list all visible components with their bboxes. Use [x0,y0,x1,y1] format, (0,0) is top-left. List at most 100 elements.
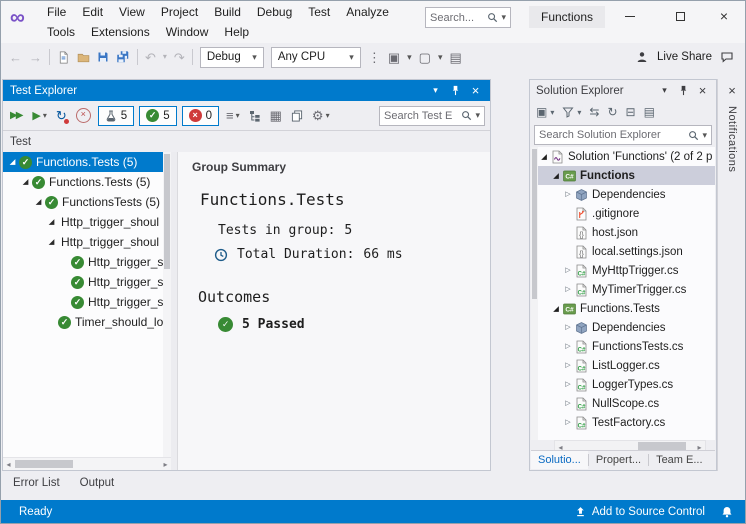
feedback-icon[interactable] [721,51,733,63]
toolbar-overflow-icon[interactable] [368,51,381,64]
collapse-arrow-icon[interactable] [563,362,573,369]
filter-failed-tests-button[interactable]: 0 [182,106,219,126]
se-item-host-json[interactable]: host.json [538,223,715,242]
save-all-icon[interactable] [116,50,130,64]
menu-view[interactable]: View [111,3,153,21]
scrollbar-thumb[interactable] [638,442,686,450]
chevron-down-icon[interactable] [501,13,506,22]
add-to-source-control-button[interactable]: Add to Source Control [575,506,705,518]
expand-arrow-icon[interactable] [551,172,561,180]
expand-arrow-icon[interactable] [33,198,44,206]
window-position-icon[interactable] [428,83,443,98]
collapse-all-icon[interactable] [626,105,636,119]
menu-tools[interactable]: Tools [39,23,83,41]
tab-error-list[interactable]: Error List [5,474,68,492]
te-item-functions-tests-root[interactable]: Functions.Tests (5) [3,152,171,172]
se-item-functions-tests-project[interactable]: Functions.Tests [538,299,715,318]
switch-views-icon[interactable] [536,105,547,119]
quick-launch-search-input[interactable] [430,12,484,24]
se-item-nullscope-cs[interactable]: NullScope.cs [538,394,715,413]
se-item-functionstests-cs[interactable]: FunctionsTests.cs [538,337,715,356]
test-explorer-title-bar[interactable]: Test Explorer [3,80,490,101]
expand-arrow-icon[interactable] [20,178,31,186]
collapse-arrow-icon[interactable] [563,381,573,388]
menu-analyze[interactable]: Analyze [338,3,397,21]
scrollbar-thumb[interactable] [164,154,170,269]
te-item-http-trigger-case-2[interactable]: Http_trigger_sho [3,272,171,292]
toolbar-tool-icon[interactable] [388,51,400,64]
expand-arrow-icon[interactable] [551,305,561,313]
toolbar-tool-icon[interactable] [419,51,431,64]
refresh-icon[interactable] [607,105,617,119]
undo-dropdown-icon[interactable] [163,53,167,61]
filter-passed-tests-button[interactable]: 5 [139,106,176,126]
collapse-arrow-icon[interactable] [563,400,573,407]
scroll-left-icon[interactable] [3,458,14,470]
run-all-tests-button[interactable] [8,105,25,127]
menu-build[interactable]: Build [206,3,249,21]
collapse-arrow-icon[interactable] [563,324,573,331]
window-position-icon[interactable] [657,83,672,98]
menu-help[interactable]: Help [216,23,257,41]
menu-edit[interactable]: Edit [74,3,111,21]
repeat-last-run-button[interactable] [54,105,69,127]
se-item-dependencies[interactable]: Dependencies [538,185,715,204]
redo-icon[interactable] [174,51,185,64]
solution-configurations-dropdown[interactable]: Debug [200,47,264,68]
cancel-run-button[interactable]: × [74,105,93,127]
expand-arrow-icon[interactable] [539,153,549,161]
save-icon[interactable] [97,51,109,63]
close-icon[interactable] [728,83,736,98]
se-item-local-settings-json[interactable]: local.settings.json [538,242,715,261]
collapse-arrow-icon[interactable] [563,343,573,350]
open-file-icon[interactable] [77,51,90,64]
quick-launch-search[interactable] [425,7,511,28]
tab-output[interactable]: Output [72,474,123,492]
scrollbar-thumb[interactable] [532,149,537,299]
te-item-http-trigger-1[interactable]: Http_trigger_shoul [3,212,171,232]
close-button[interactable] [708,5,740,27]
horizontal-scrollbar[interactable] [3,457,171,470]
se-item-gitignore[interactable]: .gitignore [538,204,715,223]
menu-test[interactable]: Test [300,3,338,21]
tab-properties[interactable]: Propert... [589,451,648,469]
minimize-button[interactable] [614,5,646,27]
te-item-http-trigger-case-3[interactable]: Http_trigger_sho [3,292,171,312]
maximize-button[interactable] [664,5,696,27]
vertical-scrollbar[interactable] [531,147,538,440]
chevron-down-icon[interactable] [475,111,480,120]
collapse-arrow-icon[interactable] [563,191,573,198]
vertical-scrollbar[interactable] [163,152,171,458]
scrollbar-thumb[interactable] [15,460,73,468]
layout-button[interactable] [268,105,284,127]
menu-window[interactable]: Window [158,23,217,41]
te-item-functionstests-class[interactable]: FunctionsTests (5) [3,192,171,212]
new-file-icon[interactable] [57,51,70,64]
test-settings-button[interactable] [310,105,332,127]
collapse-arrow-icon[interactable] [563,286,573,293]
playlist-button[interactable] [224,105,242,127]
filter-funnel-icon[interactable] [562,106,574,118]
toolbar-tool-icon[interactable] [449,51,461,64]
pin-icon[interactable] [678,85,689,96]
bell-icon[interactable] [721,506,733,518]
visual-studio-logo-icon[interactable] [10,6,25,30]
se-item-myhttptrigger-cs[interactable]: MyHttpTrigger.cs [538,261,715,280]
filter-total-tests-button[interactable]: 5 [98,106,134,126]
se-item-dependencies-tests[interactable]: Dependencies [538,318,715,337]
solution-platforms-dropdown[interactable]: Any CPU [271,47,361,68]
chevron-down-icon[interactable] [702,131,707,140]
menu-project[interactable]: Project [153,3,206,21]
collapse-arrow-icon[interactable] [563,267,573,274]
te-item-functions-tests-ns[interactable]: Functions.Tests (5) [3,172,171,192]
tab-solution-explorer[interactable]: Solutio... [531,451,588,469]
se-item-loggertypes-cs[interactable]: LoggerTypes.cs [538,375,715,394]
solution-explorer-title-bar[interactable]: Solution Explorer [530,80,716,101]
se-item-testfactory-cs[interactable]: TestFactory.cs [538,413,715,432]
menu-extensions[interactable]: Extensions [83,23,158,41]
te-item-http-trigger-case-1[interactable]: Http_trigger_sho [3,252,171,272]
undo-icon[interactable] [145,51,156,64]
close-icon[interactable] [468,83,483,98]
test-explorer-search[interactable] [379,106,485,126]
se-item-solution[interactable]: Solution 'Functions' (2 of 2 p [538,147,715,166]
